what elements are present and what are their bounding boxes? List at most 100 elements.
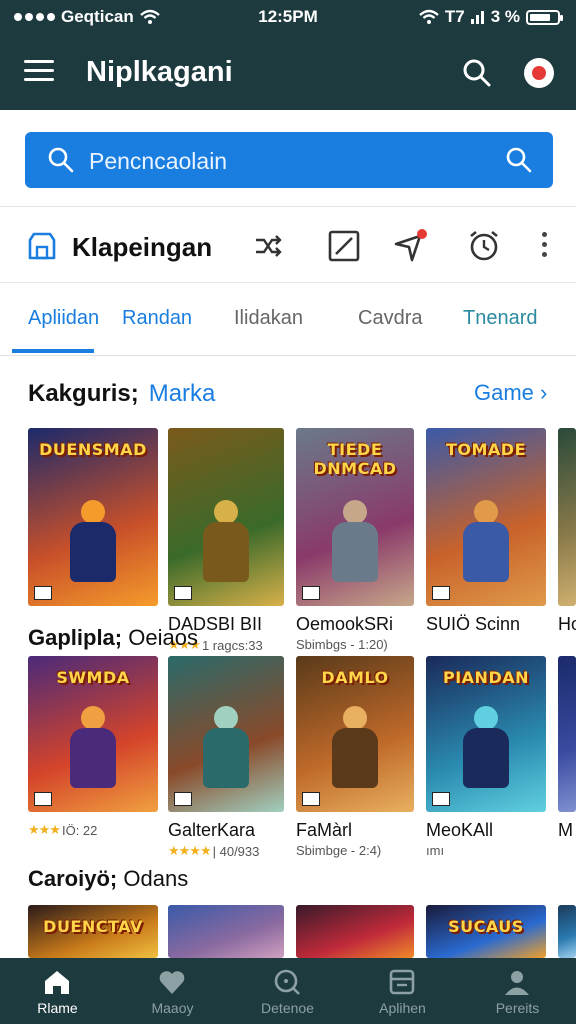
wifi-icon (419, 9, 439, 24)
game-card[interactable]: TOMADE SUIÖ Scinn (426, 428, 546, 637)
tab-cavdra[interactable]: Cavdra (358, 307, 422, 330)
nav-label: Pereits (495, 1000, 540, 1016)
discover-icon (274, 969, 300, 995)
tab-ilidakan[interactable]: Ilidakan (234, 307, 303, 330)
nav-discover[interactable]: Detenoe (230, 958, 345, 1024)
game-meta: ★★★★ | 40/933 (168, 843, 284, 859)
game-card[interactable] (168, 905, 284, 958)
game-card[interactable]: Ho (558, 428, 576, 637)
search-bar[interactable] (25, 132, 553, 190)
game-meta-text: | 40/933 (212, 843, 260, 859)
game-cover-image: SUCAUS (426, 905, 546, 958)
game-name: OemookSRi (296, 614, 394, 634)
tab-tnenard[interactable]: Tnenard (463, 307, 538, 330)
nav-favorites[interactable]: Maaoy (115, 958, 230, 1024)
tab-randan[interactable]: Randan (122, 307, 192, 330)
app-header: Geqtican 12:5PM T7 3 % Niplkagani (0, 0, 576, 110)
tab-bar: Apliidan Randan Ilidakan Cavdra Tnenard (0, 282, 576, 356)
game-meta-text: 1 ragcs:33 (201, 637, 263, 653)
game-card[interactable]: PIANDAN MeoKAll ımı (426, 656, 546, 858)
app-title: Niplkagani (86, 56, 233, 88)
category-toolbar: Klapeingan (0, 214, 576, 282)
age-rating-badge (302, 586, 320, 600)
game-card[interactable]: M (558, 656, 576, 843)
section-subtitle[interactable]: Marka (149, 380, 216, 407)
game-card[interactable]: DUENSMAD (28, 428, 158, 616)
game-card[interactable]: DAMLO FaMàrl Sbimbge - 2:4) (296, 656, 414, 858)
game-character-art (62, 706, 124, 792)
search-section (0, 110, 576, 207)
character-head (474, 500, 498, 524)
game-card[interactable] (558, 905, 576, 958)
game-character-art (455, 706, 517, 792)
menu-icon[interactable] (24, 60, 54, 84)
toolbar-title: Klapeingan (72, 232, 213, 262)
game-card[interactable]: TIEDE DNMCAD OemookSRi Sbimbgs - 1:20) (296, 428, 414, 652)
more-icon[interactable] (536, 232, 552, 262)
edit-icon[interactable] (326, 228, 362, 264)
section-more-link[interactable]: Game › (474, 380, 547, 406)
game-cover-image: TOMADE (426, 428, 546, 606)
age-rating-badge (174, 586, 192, 600)
game-meta: Sbimbge - 2:4) (296, 843, 414, 858)
search-submit-icon[interactable] (505, 146, 533, 174)
game-meta-text: ımı (426, 843, 445, 858)
home-icon (45, 971, 69, 994)
game-cover-title: PIANDAN (442, 668, 529, 687)
pin-icon[interactable] (392, 228, 428, 264)
character-body (203, 522, 249, 582)
nav-home[interactable]: Rlame (0, 958, 115, 1024)
search-input[interactable] (87, 132, 491, 190)
tab-apliidan[interactable]: Apliidan (28, 307, 99, 330)
game-card[interactable]: DUENCTAV (28, 905, 158, 958)
character-head (81, 706, 105, 730)
age-rating-badge (34, 792, 52, 806)
signal-bars-icon (470, 11, 484, 24)
age-rating-badge (302, 792, 320, 806)
game-character-art (62, 500, 124, 586)
age-rating-badge (432, 586, 450, 600)
game-cover-image (296, 905, 414, 958)
character-head (214, 500, 238, 524)
game-cover-image (558, 905, 576, 958)
game-name: M (558, 820, 573, 840)
game-card[interactable] (296, 905, 414, 958)
game-card[interactable]: GalterKara ★★★★ | 40/933 (168, 656, 284, 859)
record-icon[interactable] (524, 58, 554, 88)
character-head (343, 706, 367, 730)
active-tab-indicator (12, 349, 94, 353)
game-card[interactable]: DADSBI BII ★★★ 1 ragcs:33 (168, 428, 284, 653)
nav-label: Maaoy (151, 1000, 194, 1016)
search-icon[interactable] (462, 58, 492, 88)
storefront-icon (28, 232, 56, 260)
game-cover-image: DAMLO (296, 656, 414, 812)
game-cover-image (168, 656, 284, 812)
star-rating-icon: ★★★★ (168, 843, 212, 858)
nav-apps[interactable]: Aplihen (345, 958, 460, 1024)
game-cover-image (558, 428, 576, 606)
game-cover-title: TOMADE (445, 440, 527, 459)
shuffle-icon[interactable] (250, 228, 286, 264)
game-card[interactable]: SWMDA ★★★ IÖ: 22 (28, 656, 158, 838)
nav-label: Aplihen (379, 1000, 426, 1016)
nav-profile[interactable]: Pereits (460, 958, 575, 1024)
section-subtitle: Oeiaos (128, 625, 198, 650)
alarm-icon[interactable] (466, 228, 502, 264)
game-meta-text: Sbimbge - 2:4) (296, 843, 382, 858)
game-cover-title: TIEDE DNMCAD (313, 440, 397, 478)
character-head (474, 706, 498, 730)
game-cover-image: SWMDA (28, 656, 158, 812)
game-name: FaMàrl (296, 820, 353, 840)
game-card[interactable]: SUCAUS (426, 905, 546, 958)
battery-icon (526, 9, 563, 25)
section-title-gaplipla: Gaplipla; Oeiaos (28, 625, 198, 651)
character-body (70, 728, 116, 788)
status-right: T7 3 % (419, 7, 563, 27)
status-bar: Geqtican 12:5PM T7 3 % (0, 0, 576, 34)
game-meta-text: Sbimbgs - 1:20) (296, 637, 388, 652)
game-name: Ho (558, 614, 576, 634)
character-head (81, 500, 105, 524)
section-title-kakguris: Kakguris; Marka (28, 380, 215, 408)
bottom-navigation: Rlame Maaoy Detenoe Aplihen Pereits (0, 958, 576, 1024)
character-body (463, 522, 509, 582)
